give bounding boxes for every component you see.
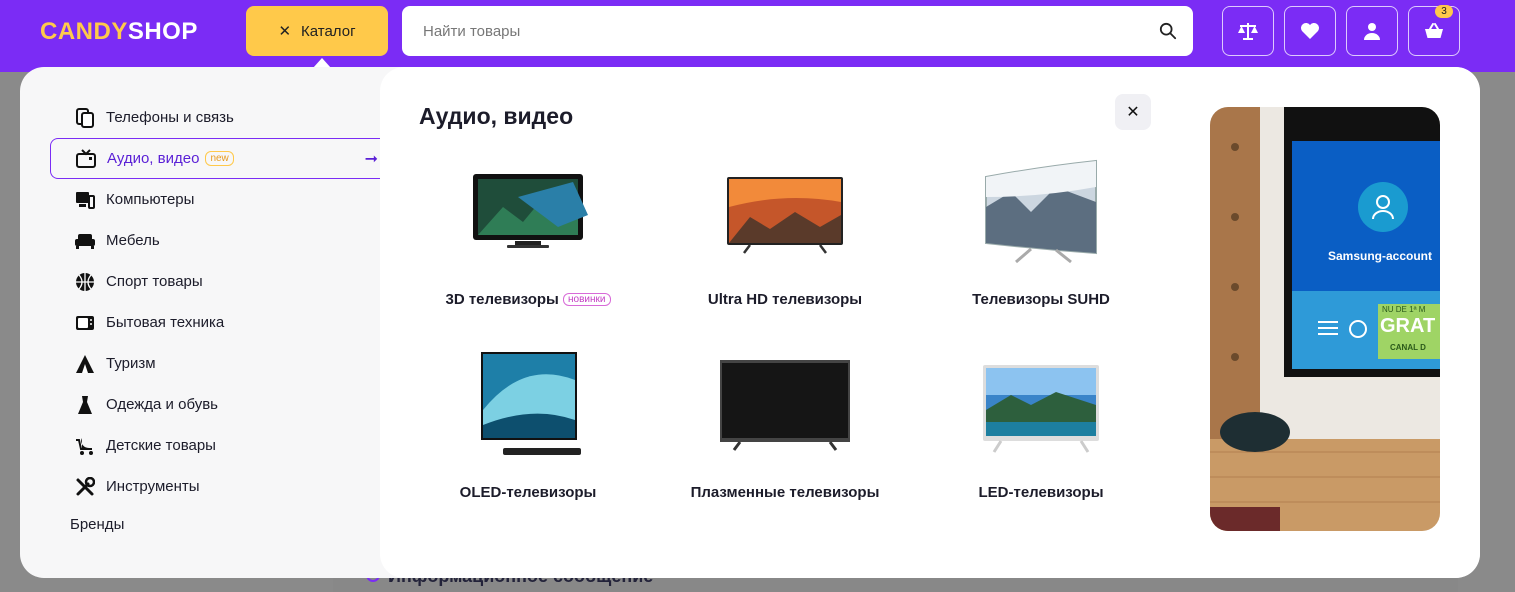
search-input[interactable] bbox=[402, 6, 1142, 56]
subcategory-label: Телевизоры SUHD bbox=[972, 291, 1110, 308]
stroller-icon bbox=[74, 435, 96, 457]
header: CANDYSHOP ✕ Каталог Найти товары 3 bbox=[0, 0, 1515, 72]
subcategory-label: Плазменные телевизоры bbox=[690, 484, 880, 501]
sidebar-item-label: Мебель bbox=[106, 232, 160, 249]
phones-icon bbox=[74, 107, 96, 129]
catalog-button[interactable]: ✕ Каталог bbox=[246, 6, 388, 56]
basket-icon bbox=[1425, 23, 1443, 38]
tv-plasma-image bbox=[718, 360, 852, 451]
close-button[interactable]: ✕ bbox=[1115, 94, 1151, 130]
panel-title: Аудио, видео bbox=[419, 103, 574, 129]
subcategory-plasma[interactable]: Плазменные телевизоры bbox=[655, 350, 915, 501]
subcategory-label: LED-телевизоры bbox=[978, 484, 1104, 501]
tent-icon bbox=[74, 353, 96, 375]
sidebar-item-clothing[interactable]: Одежда и обувь bbox=[50, 384, 400, 425]
arrow-right-icon: ➞ bbox=[364, 151, 378, 168]
sidebar-item-label: Аудио, видео bbox=[107, 150, 200, 167]
promo-account-label: Samsung-account bbox=[1327, 249, 1432, 263]
new-badge: новинки bbox=[563, 293, 611, 306]
compare-button[interactable] bbox=[1222, 6, 1274, 56]
search-bar bbox=[402, 6, 1193, 56]
subcategory-led[interactable]: LED-телевизоры bbox=[911, 350, 1171, 501]
subcategory-label: Ultra HD телевизоры bbox=[707, 291, 863, 308]
subcategory-label: OLED-телевизоры bbox=[459, 484, 597, 501]
catalog-dropdown: Телефоны и связь Аудио, видео new ➞ Комп… bbox=[20, 67, 1480, 578]
sidebar-item-tools[interactable]: Инструменты bbox=[50, 466, 400, 507]
subcategory-suhd[interactable]: Телевизоры SUHD bbox=[911, 157, 1171, 308]
subcategory-label: 3D телевизоры bbox=[445, 291, 559, 308]
sidebar-item-label: Туризм bbox=[106, 355, 156, 372]
close-icon: ✕ bbox=[278, 23, 292, 40]
dress-icon bbox=[74, 394, 96, 416]
logo-part-candy: CANDY bbox=[40, 18, 128, 45]
search-icon[interactable] bbox=[1159, 22, 1177, 40]
sidebar-item-brands[interactable]: Бренды bbox=[50, 507, 400, 541]
tv-oled-image bbox=[481, 352, 581, 455]
sidebar-item-label: Детские товары bbox=[106, 437, 216, 454]
promo-banner-channel: CANAL D bbox=[1390, 343, 1426, 352]
sidebar-item-label: Спорт товары bbox=[106, 273, 203, 290]
heart-icon bbox=[1301, 23, 1319, 39]
subcategory-3d-tv[interactable]: 3D телевизоры новинки bbox=[398, 157, 658, 308]
user-icon bbox=[1364, 23, 1380, 40]
cart-count-badge: 3 bbox=[1435, 5, 1453, 18]
sidebar-item-appliances[interactable]: Бытовая техника bbox=[50, 302, 400, 343]
cart-button[interactable]: 3 bbox=[1408, 5, 1460, 56]
sidebar-item-label: Бытовая техника bbox=[106, 314, 225, 331]
logo-part-shop: SHOP bbox=[127, 18, 198, 45]
sidebar-item-tourism[interactable]: Туризм bbox=[50, 343, 400, 384]
new-badge: new bbox=[205, 151, 234, 166]
sidebar-item-furniture[interactable]: Мебель bbox=[50, 220, 400, 261]
sidebar-item-phones[interactable]: Телефоны и связь bbox=[50, 97, 400, 138]
sidebar-item-kids[interactable]: Детские товары bbox=[50, 425, 400, 466]
sidebar-item-sport[interactable]: Спорт товары bbox=[50, 261, 400, 302]
promo-banner-text: GRAT bbox=[1380, 315, 1436, 337]
subcategory-oled[interactable]: OLED-телевизоры bbox=[398, 350, 658, 501]
close-icon: ✕ bbox=[1126, 104, 1140, 121]
logo[interactable]: CANDYSHOP bbox=[40, 18, 198, 46]
sidebar-item-label: Одежда и обувь bbox=[106, 396, 218, 413]
basketball-icon bbox=[74, 271, 96, 293]
sidebar-item-label: Инструменты bbox=[106, 478, 200, 495]
scales-icon bbox=[1238, 23, 1258, 40]
tools-icon bbox=[74, 476, 96, 498]
tv-ultra-hd-image bbox=[727, 177, 843, 254]
subcategory-panel: Аудио, видео ✕ 3D телевизоры новинки Ult… bbox=[380, 67, 1480, 578]
tv-suhd-image bbox=[985, 159, 1097, 264]
computer-icon bbox=[74, 189, 96, 211]
tv-icon bbox=[75, 148, 97, 170]
sidebar-item-label: Компьютеры bbox=[106, 191, 195, 208]
sidebar-item-label: Телефоны и связь bbox=[106, 109, 234, 126]
favorites-button[interactable] bbox=[1284, 6, 1336, 56]
tv-led-image bbox=[983, 365, 1099, 453]
catalog-sidebar: Телефоны и связь Аудио, видео new ➞ Комп… bbox=[50, 97, 400, 541]
tv-3d-image bbox=[473, 174, 588, 248]
sidebar-item-audio-video[interactable]: Аудио, видео new ➞ bbox=[50, 138, 400, 179]
catalog-label: Каталог bbox=[301, 22, 356, 40]
account-button[interactable] bbox=[1346, 6, 1398, 56]
sofa-icon bbox=[74, 230, 96, 252]
subcategory-ultra-hd[interactable]: Ultra HD телевизоры bbox=[655, 157, 915, 308]
promo-banner-small: NU DE 1ª M bbox=[1382, 305, 1426, 314]
sidebar-item-computers[interactable]: Компьютеры bbox=[50, 179, 400, 220]
promo-banner[interactable]: Samsung-account NU DE 1ª M GRAT CANAL D bbox=[1210, 107, 1440, 531]
microwave-icon bbox=[74, 312, 96, 334]
